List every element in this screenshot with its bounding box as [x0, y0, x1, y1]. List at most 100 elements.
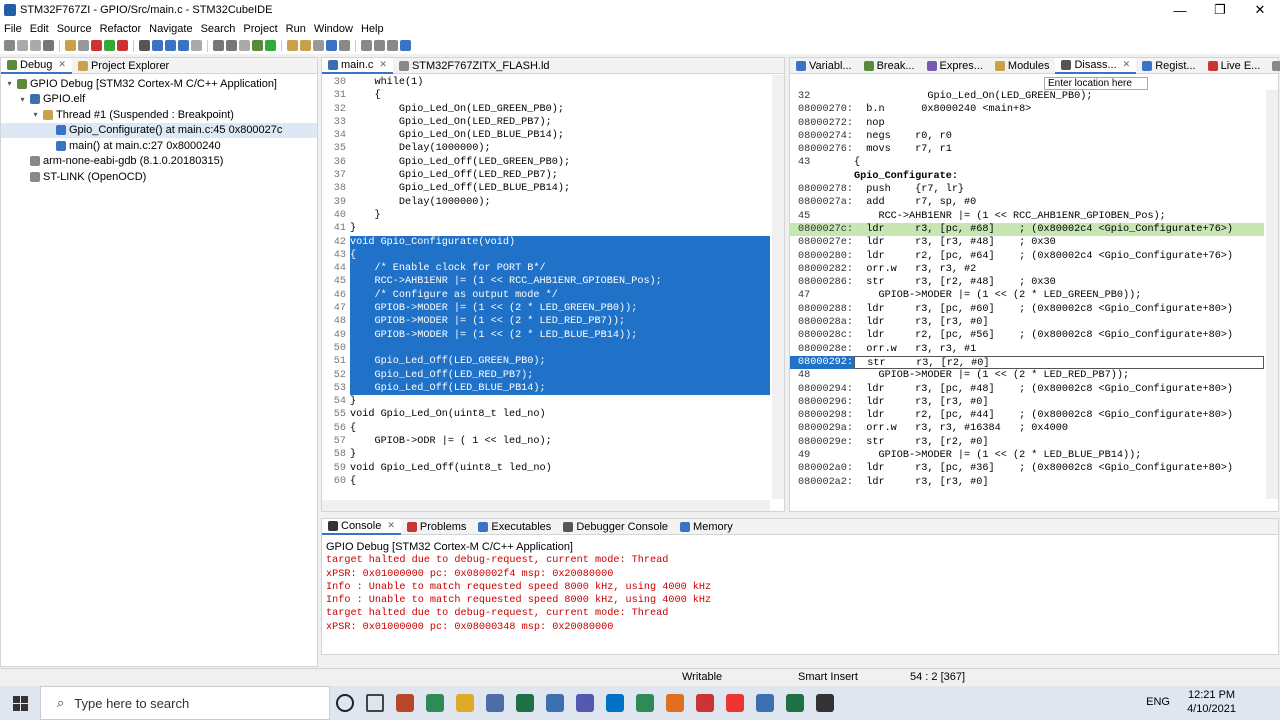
tab-debugger-console[interactable]: Debugger Console	[557, 519, 674, 535]
menu-help[interactable]: Help	[357, 23, 388, 35]
tab-memory[interactable]: Memory	[674, 519, 739, 535]
ide-icon[interactable]	[750, 686, 780, 720]
tab-executables[interactable]: Executables	[472, 519, 557, 535]
ide-icon[interactable]	[540, 686, 570, 720]
tab-debug[interactable]: Debug ✕	[1, 57, 72, 74]
disassembly-listing[interactable]: 32 Gpio_Led_On(LED_GREEN_PB0); 08000270: …	[790, 90, 1264, 507]
debug-tree-item[interactable]: arm-none-eabi-gdb (8.1.0.20180315)	[1, 154, 317, 170]
toolbar-tool-icon[interactable]	[339, 40, 350, 51]
tab-disass[interactable]: Disass... ✕	[1055, 57, 1137, 74]
code-area[interactable]: 30 while(1) 31 {32 Gpio_Led_On(LED_GREEN_…	[322, 76, 770, 499]
toolbar-tool-icon[interactable]	[374, 40, 385, 51]
tab-linker-script[interactable]: STM32F767ZITX_FLASH.ld	[393, 58, 556, 74]
toolbar-tool-icon[interactable]	[313, 40, 324, 51]
minimize-button[interactable]: —	[1160, 0, 1200, 20]
toolbar-tool-icon[interactable]	[152, 40, 163, 51]
app-icon[interactable]	[480, 686, 510, 720]
close-icon[interactable]: ✕	[379, 59, 387, 70]
language-indicator[interactable]: ENG	[1146, 696, 1170, 708]
tab-modules[interactable]: Modules	[989, 58, 1056, 74]
toolbar-tool-icon[interactable]	[213, 40, 224, 51]
tab-livee[interactable]: Live E...	[1202, 58, 1267, 74]
toolbar-tool-icon[interactable]	[165, 40, 176, 51]
chrome-icon[interactable]	[720, 686, 750, 720]
debug-tree-item[interactable]: ST-LINK (OpenOCD)	[1, 169, 317, 185]
toolbar-tool-icon[interactable]	[178, 40, 189, 51]
toolbar-tool-icon[interactable]	[191, 40, 202, 51]
outlook-icon[interactable]	[600, 686, 630, 720]
menu-file[interactable]: File	[0, 23, 26, 35]
toolbar-tool-icon[interactable]	[400, 40, 411, 51]
console-output[interactable]: GPIO Debug [STM32 Cortex-M C/C++ Applica…	[326, 541, 1268, 634]
toolbar-tool-icon[interactable]	[300, 40, 311, 51]
app-icon[interactable]	[780, 686, 810, 720]
clock[interactable]: 12:21 PM 4/10/2021	[1187, 688, 1236, 716]
expand-icon[interactable]: ▾	[18, 95, 27, 104]
teams-icon[interactable]	[570, 686, 600, 720]
app-icon[interactable]	[660, 686, 690, 720]
app-icon[interactable]	[390, 686, 420, 720]
debug-tree-item[interactable]: ▾ GPIO.elf	[1, 92, 317, 108]
app-icon[interactable]	[810, 686, 840, 720]
tab-console[interactable]: Console ✕	[322, 518, 401, 535]
debug-tree-item[interactable]: Gpio_Configurate() at main.c:45 0x800027…	[1, 122, 317, 138]
toolbar-tool-icon[interactable]	[91, 40, 102, 51]
menu-search[interactable]: Search	[197, 23, 240, 35]
toolbar-tool-icon[interactable]	[226, 40, 237, 51]
menu-run[interactable]: Run	[282, 23, 310, 35]
windows-start-icon[interactable]	[0, 686, 40, 720]
toolbar-tool-icon[interactable]	[30, 40, 41, 51]
menu-project[interactable]: Project	[239, 23, 281, 35]
tab-sfrs[interactable]: SFRs	[1266, 58, 1280, 74]
toolbar-tool-icon[interactable]	[139, 40, 150, 51]
toolbar-tool-icon[interactable]	[4, 40, 15, 51]
close-icon[interactable]: ✕	[1123, 59, 1131, 70]
menu-refactor[interactable]: Refactor	[96, 23, 146, 35]
toolbar-tool-icon[interactable]	[65, 40, 76, 51]
taskbar-search[interactable]: ⌕ Type here to search	[40, 686, 330, 720]
file-explorer-icon[interactable]	[450, 686, 480, 720]
close-icon[interactable]: ✕	[58, 59, 66, 70]
tab-project-explorer[interactable]: Project Explorer	[72, 58, 175, 74]
toolbar-tool-icon[interactable]	[361, 40, 372, 51]
close-icon[interactable]: ✕	[387, 520, 395, 531]
debug-tree-item[interactable]: main() at main.c:27 0x8000240	[1, 138, 317, 154]
toolbar-tool-icon[interactable]	[387, 40, 398, 51]
toolbar-tool-icon[interactable]	[43, 40, 54, 51]
cortana-icon[interactable]	[330, 686, 360, 720]
tab-variabl[interactable]: Variabl...	[790, 58, 858, 74]
toolbar-tool-icon[interactable]	[239, 40, 250, 51]
menu-edit[interactable]: Edit	[26, 23, 53, 35]
toolbar-tool-icon[interactable]	[117, 40, 128, 51]
task-view-icon[interactable]	[360, 686, 390, 720]
toolbar-tool-icon[interactable]	[265, 40, 276, 51]
app-icon[interactable]	[630, 686, 660, 720]
app-icon[interactable]	[510, 686, 540, 720]
maximize-button[interactable]: ❐	[1200, 0, 1240, 20]
expand-icon[interactable]: ▾	[5, 79, 14, 88]
toolbar-tool-icon[interactable]	[326, 40, 337, 51]
debug-tree-item[interactable]: ▾ Thread #1 (Suspended : Breakpoint)	[1, 107, 317, 123]
tab-main-c[interactable]: main.c ✕	[322, 57, 393, 74]
editor-scrollbar-v[interactable]	[772, 75, 784, 499]
tab-break[interactable]: Break...	[858, 58, 921, 74]
toolbar-tool-icon[interactable]	[104, 40, 115, 51]
close-button[interactable]: ✕	[1240, 0, 1280, 20]
expand-icon[interactable]: ▾	[31, 110, 40, 119]
tab-expres[interactable]: Expres...	[921, 58, 989, 74]
toolbar-tool-icon[interactable]	[287, 40, 298, 51]
disassembly-scrollbar[interactable]	[1266, 90, 1278, 499]
menu-navigate[interactable]: Navigate	[145, 23, 196, 35]
toolbar-tool-icon[interactable]	[252, 40, 263, 51]
menu-source[interactable]: Source	[53, 23, 96, 35]
app-icon[interactable]	[690, 686, 720, 720]
editor-scrollbar-h[interactable]	[322, 500, 770, 511]
debug-tree-item[interactable]: ▾ GPIO Debug [STM32 Cortex-M C/C++ Applic…	[1, 76, 317, 92]
browser-icon[interactable]	[420, 686, 450, 720]
menu-window[interactable]: Window	[310, 23, 357, 35]
toolbar-tool-icon[interactable]	[17, 40, 28, 51]
tab-problems[interactable]: Problems	[401, 519, 472, 535]
toolbar-tool-icon[interactable]	[78, 40, 89, 51]
location-input[interactable]: Enter location here	[1044, 77, 1148, 90]
tab-regist[interactable]: Regist...	[1136, 58, 1201, 74]
